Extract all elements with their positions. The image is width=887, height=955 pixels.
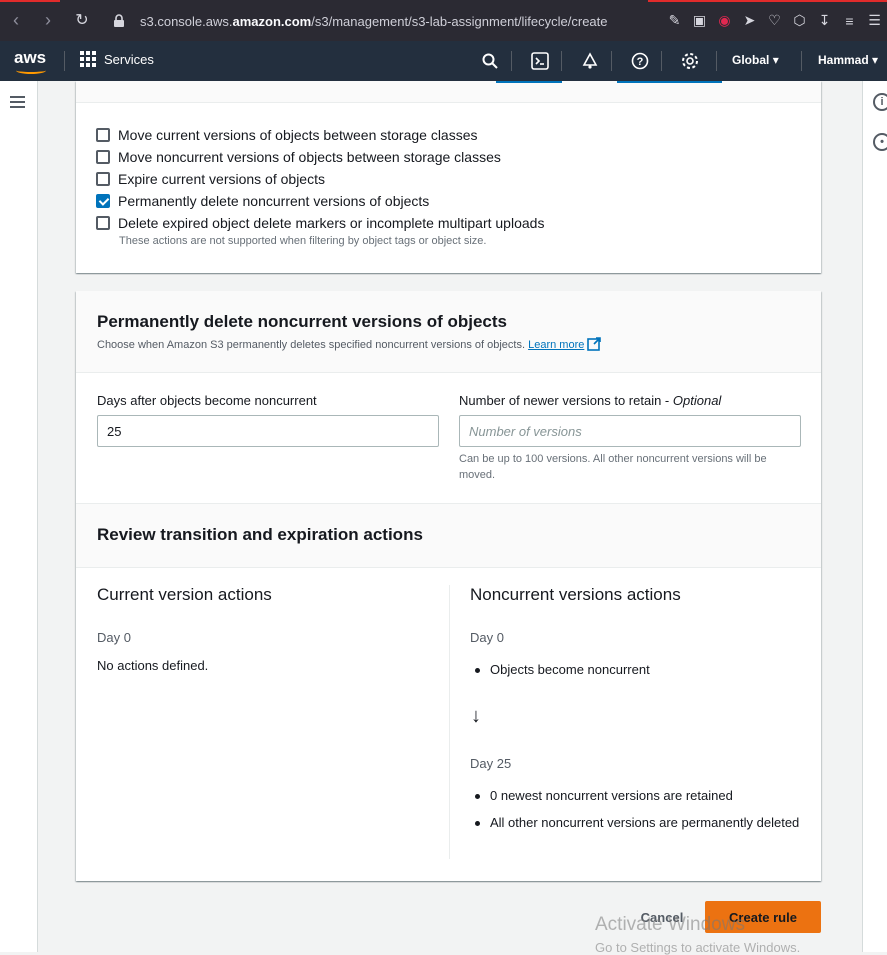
action-option[interactable]: Move noncurrent versions of objects betw… [96, 149, 501, 165]
lifecycle-actions-panel: Move current versions of objects between… [76, 81, 821, 273]
days-input[interactable]: 25 [97, 415, 439, 447]
description-text: Choose when Amazon S3 permanently delete… [97, 339, 526, 351]
cube-icon[interactable]: ⬡ [787, 12, 812, 29]
checkbox[interactable] [96, 128, 110, 142]
retain-label: Number of newer versions to retain - Opt… [459, 393, 721, 408]
download-icon[interactable]: ↧ [812, 12, 837, 29]
action-option[interactable]: Permanently delete noncurrent versions o… [96, 193, 429, 209]
noncurrent-day25: Day 25 [470, 756, 512, 771]
url-domain: amazon.com [232, 13, 312, 29]
divider [661, 51, 662, 71]
list-item: All other noncurrent versions are perman… [470, 812, 800, 834]
aws-header: aws Services ? Global ▾ Hammad ▾ [0, 41, 887, 81]
list-item: Objects become noncurrent [470, 659, 650, 681]
services-menu[interactable]: Services [80, 51, 154, 67]
region-selector[interactable]: Global ▾ [732, 53, 779, 67]
forward-icon[interactable]: › [32, 10, 64, 31]
url-path: /s3/management/s3-lab-assignment/lifecyc… [311, 13, 608, 29]
action-option[interactable]: Move current versions of objects between… [96, 127, 478, 143]
divider [801, 51, 802, 71]
list-item: 0 newest noncurrent versions are retaine… [470, 785, 800, 807]
side-navigation [0, 81, 38, 952]
region-label: Global [732, 53, 770, 67]
bell-icon[interactable] [580, 51, 600, 71]
permanent-delete-panel: Permanently delete noncurrent versions o… [76, 291, 821, 881]
info-icon[interactable]: i [873, 93, 887, 111]
lock-icon [114, 14, 124, 27]
svg-text:?: ? [637, 56, 644, 68]
action-option-label: Move current versions of objects between… [118, 127, 478, 143]
section-header: Permanently delete noncurrent versions o… [76, 291, 821, 373]
address-bar[interactable]: s3.console.aws. amazon.com /s3/managemen… [112, 6, 632, 36]
action-option-label: Move noncurrent versions of objects betw… [118, 149, 501, 165]
divider [716, 51, 717, 71]
aws-logo[interactable]: aws [14, 48, 50, 74]
no-actions-text: No actions defined. [97, 658, 209, 673]
cloudshell-icon[interactable] [530, 51, 550, 71]
optional-tag: Optional [672, 393, 722, 408]
column-divider [449, 585, 450, 859]
tab-indicator [0, 0, 60, 2]
heart-icon[interactable]: ♡ [762, 12, 787, 29]
grid-icon [80, 51, 96, 67]
user-label: Hammad [818, 53, 869, 67]
action-option[interactable]: Expire current versions of objects [96, 171, 325, 187]
browser-toolbar: ‹ › ↻ s3.console.aws. amazon.com /s3/man… [0, 0, 887, 41]
tools-rail: i • [862, 81, 887, 952]
notifications-icon[interactable]: • [873, 133, 887, 151]
divider [511, 51, 512, 71]
current-day: Day 0 [97, 630, 131, 645]
action-option-label: Expire current versions of objects [118, 171, 325, 187]
caret-down-icon: ▾ [772, 53, 779, 67]
caret-down-icon: ▾ [872, 53, 879, 67]
retain-hint: Can be up to 100 versions. All other non… [459, 453, 767, 481]
current-actions-heading: Current version actions [97, 585, 272, 604]
browser-actions: ✎ ▣ ◉ ➤ ♡ ⬡ ↧ ≡ ☰ [662, 0, 887, 41]
help-icon[interactable]: ? [630, 51, 650, 71]
divider [611, 51, 612, 71]
services-label: Services [104, 51, 154, 67]
camera-icon[interactable]: ▣ [687, 12, 712, 29]
menu-icon[interactable]: ☰ [862, 12, 887, 29]
gear-icon[interactable] [680, 51, 700, 71]
shield-icon[interactable]: ◉ [712, 12, 737, 29]
checkbox[interactable] [96, 216, 110, 230]
days-label: Days after objects become noncurrent [97, 393, 317, 408]
arrow-down-icon: ↓ [471, 705, 481, 727]
action-option-label: Permanently delete noncurrent versions o… [118, 193, 430, 209]
action-option[interactable]: Delete expired object delete markers or … [96, 215, 544, 231]
back-icon[interactable]: ‹ [0, 10, 32, 31]
windows-watermark-subtitle: Go to Settings to activate Windows. [595, 940, 801, 955]
divider [64, 51, 65, 71]
noncurrent-actions-heading: Noncurrent versions actions [470, 585, 681, 604]
section-title: Permanently delete noncurrent versions o… [97, 312, 508, 331]
learn-more-link[interactable]: Learn more [528, 339, 584, 351]
review-title: Review transition and expiration actions [97, 525, 423, 544]
search-icon[interactable] [480, 51, 500, 71]
external-link-icon[interactable] [587, 337, 602, 351]
action-option-label: Delete expired object delete markers or … [118, 215, 545, 231]
panel-header-remnant [76, 81, 821, 103]
checkbox-checked[interactable] [96, 194, 110, 208]
checkbox[interactable] [96, 150, 110, 164]
noncurrent-day0: Day 0 [470, 630, 504, 645]
edit-icon[interactable]: ✎ [662, 12, 687, 29]
reload-icon[interactable]: ↻ [66, 10, 98, 30]
retain-label-text: Number of newer versions to retain - [459, 393, 670, 408]
send-icon[interactable]: ➤ [737, 12, 762, 29]
windows-watermark-title: Activate Windows [595, 914, 745, 935]
url-prefix: s3.console.aws. [140, 13, 233, 29]
section-description: Choose when Amazon S3 permanently delete… [97, 337, 602, 351]
review-header: Review transition and expiration actions [76, 503, 821, 568]
hamburger-icon[interactable] [10, 96, 25, 111]
divider [561, 51, 562, 71]
checkbox[interactable] [96, 172, 110, 186]
settings-sliders-icon[interactable]: ≡ [837, 13, 862, 29]
user-menu[interactable]: Hammad ▾ [818, 53, 878, 67]
actions-hint: These actions are not supported when fil… [119, 235, 487, 247]
retain-versions-input[interactable]: Number of versions [459, 415, 801, 447]
